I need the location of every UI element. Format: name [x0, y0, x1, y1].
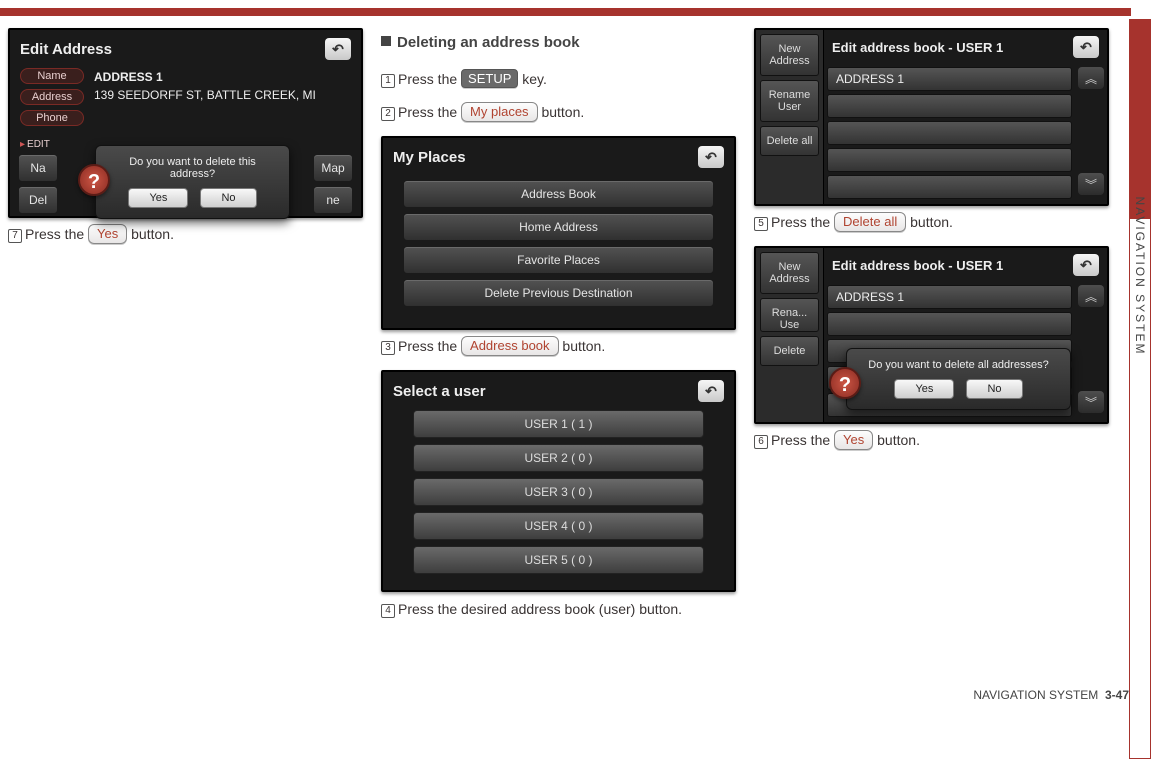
new-address-button[interactable]: New Address: [760, 34, 819, 76]
my-places-list: Address Book Home Address Favorite Places D…: [383, 176, 734, 316]
question-icon: ?: [78, 164, 110, 196]
scroll-down-icon[interactable]: ︾: [1078, 391, 1104, 413]
rename-user-button[interactable]: Rename User: [760, 80, 819, 122]
yes-button-ref: Yes: [834, 430, 873, 450]
user-item[interactable]: USER 3 ( 0 ): [413, 478, 704, 506]
setup-key-ref: SETUP: [461, 69, 518, 88]
pill-address[interactable]: Address: [20, 89, 84, 105]
user-item[interactable]: USER 5 ( 0 ): [413, 546, 704, 574]
new-address-button[interactable]: New Address: [760, 252, 819, 294]
edit-book-title: Edit address book - USER 1: [832, 40, 1003, 55]
step-number: 6: [754, 435, 768, 449]
deleteall-button-ref: Delete all: [834, 212, 906, 232]
dialog-no-button[interactable]: No: [200, 188, 256, 208]
user-list: USER 1 ( 1 ) USER 2 ( 0 ) USER 3 ( 0 ) USER…: [383, 410, 734, 574]
yes-button-ref: Yes: [88, 224, 127, 244]
page-body: Edit Address ↶ Name Address Phone ADDRES…: [0, 28, 1151, 674]
user-item[interactable]: USER 1 ( 1 ): [413, 410, 704, 438]
screenshot-edit-book-2: New Address Rena... Use Delete Edit addr…: [754, 246, 1109, 424]
step-number: 7: [8, 229, 22, 243]
question-icon: ?: [829, 367, 861, 399]
column-2: Deleting an address book 1Press the SETU…: [381, 28, 736, 634]
list-item[interactable]: ADDRESS 1: [827, 67, 1072, 91]
edit-label: EDIT: [27, 139, 50, 150]
screenshot-select-user: Select a user ↶ USER 1 ( 1 ) USER 2 ( 0 )…: [381, 370, 736, 592]
step-number: 4: [381, 604, 395, 618]
top-red-bar: [0, 8, 1131, 16]
step-number: 3: [381, 341, 395, 355]
column-3: New Address Rename User Delete all Edit …: [754, 28, 1109, 634]
my-places-item[interactable]: Home Address: [403, 213, 714, 241]
addressbook-button-ref: Address book: [461, 336, 559, 356]
dialog-message: Do you want to delete this address?: [106, 156, 279, 180]
back-icon[interactable]: ↶: [698, 146, 724, 168]
myplaces-button-ref: My places: [461, 102, 538, 122]
field-pills: Name Address Phone: [20, 68, 84, 131]
side-panel: New Address Rena... Use Delete: [756, 248, 824, 422]
side-tab: NAVIGATION SYSTEM: [1129, 19, 1151, 759]
list-item[interactable]: [827, 148, 1072, 172]
dialog-message: Do you want to delete all addresses?: [857, 359, 1060, 371]
screenshot-edit-address: Edit Address ↶ Name Address Phone ADDRES…: [8, 28, 363, 218]
back-icon[interactable]: ↶: [1073, 36, 1099, 58]
partial-btn[interactable]: Na: [18, 154, 58, 182]
list-item[interactable]: [827, 121, 1072, 145]
delete-all-dialog: ? Do you want to delete all addresses? Y…: [846, 348, 1071, 410]
my-places-item[interactable]: Favorite Places: [403, 246, 714, 274]
list-item[interactable]: [827, 175, 1072, 199]
step-1: 1Press the SETUP key.: [381, 69, 736, 88]
step-2: 2Press the My places button.: [381, 102, 736, 122]
address-line: 139 SEEDORFF ST, BATTLE CREEK, MI: [94, 86, 316, 104]
step-number: 2: [381, 107, 395, 121]
scroll-down-icon[interactable]: ︾: [1078, 173, 1104, 195]
back-icon[interactable]: ↶: [698, 380, 724, 402]
section-heading: Deleting an address book: [381, 34, 736, 51]
rename-user-button[interactable]: Rena... Use: [760, 298, 819, 332]
address-name: ADDRESS 1: [94, 68, 316, 86]
delete-all-button[interactable]: Delete all: [760, 126, 819, 156]
edit-address-title: Edit Address: [20, 41, 112, 58]
side-panel: New Address Rename User Delete all: [756, 30, 824, 204]
column-1: Edit Address ↶ Name Address Phone ADDRES…: [8, 28, 363, 634]
screenshot-my-places: My Places ↶ Address Book Home Address Favo…: [381, 136, 736, 330]
dialog-yes-button[interactable]: Yes: [128, 188, 188, 208]
user-item[interactable]: USER 4 ( 0 ): [413, 512, 704, 540]
partial-btn[interactable]: Map: [313, 154, 353, 182]
my-places-item[interactable]: Address Book: [403, 180, 714, 208]
address-text: ADDRESS 1 139 SEEDORFF ST, BATTLE CREEK,…: [94, 68, 316, 104]
address-rows: ADDRESS 1: [824, 64, 1075, 202]
back-icon[interactable]: ↶: [325, 38, 351, 60]
page-footer: NAVIGATION SYSTEM 3-47: [973, 688, 1129, 702]
partial-btn[interactable]: ne: [313, 186, 353, 214]
screenshot-edit-book-1: New Address Rename User Delete all Edit …: [754, 28, 1109, 206]
step-7: 7Press the Yes button.: [8, 224, 363, 244]
step-number: 1: [381, 74, 395, 88]
dialog-no-button[interactable]: No: [966, 379, 1022, 399]
list-item[interactable]: [827, 312, 1072, 336]
step-6: 6Press the Yes button.: [754, 430, 1109, 450]
side-tab-label: NAVIGATION SYSTEM: [1133, 197, 1147, 356]
user-item[interactable]: USER 2 ( 0 ): [413, 444, 704, 472]
pill-phone[interactable]: Phone: [20, 110, 84, 126]
step-3: 3Press the Address book button.: [381, 336, 736, 356]
step-4: 4Press the desired address book (user) b…: [381, 598, 736, 620]
select-user-title: Select a user: [393, 383, 486, 400]
partial-btn[interactable]: Del: [18, 186, 58, 214]
page-number: 3-47: [1105, 688, 1129, 702]
list-item[interactable]: [827, 94, 1072, 118]
back-icon[interactable]: ↶: [1073, 254, 1099, 276]
scroll-up-icon[interactable]: ︽: [1078, 67, 1104, 89]
my-places-item[interactable]: Delete Previous Destination: [403, 279, 714, 307]
dialog-yes-button[interactable]: Yes: [894, 379, 954, 399]
my-places-title: My Places: [393, 149, 466, 166]
delete-button[interactable]: Delete: [760, 336, 819, 366]
pill-name[interactable]: Name: [20, 68, 84, 84]
edit-book-title: Edit address book - USER 1: [832, 258, 1003, 273]
scroll-up-icon[interactable]: ︽: [1078, 285, 1104, 307]
step-5: 5Press the Delete all button.: [754, 212, 1109, 232]
step-number: 5: [754, 217, 768, 231]
delete-address-dialog: ? Do you want to delete this address? Ye…: [95, 145, 290, 219]
list-item[interactable]: ADDRESS 1: [827, 285, 1072, 309]
footer-section: NAVIGATION SYSTEM: [973, 688, 1098, 702]
